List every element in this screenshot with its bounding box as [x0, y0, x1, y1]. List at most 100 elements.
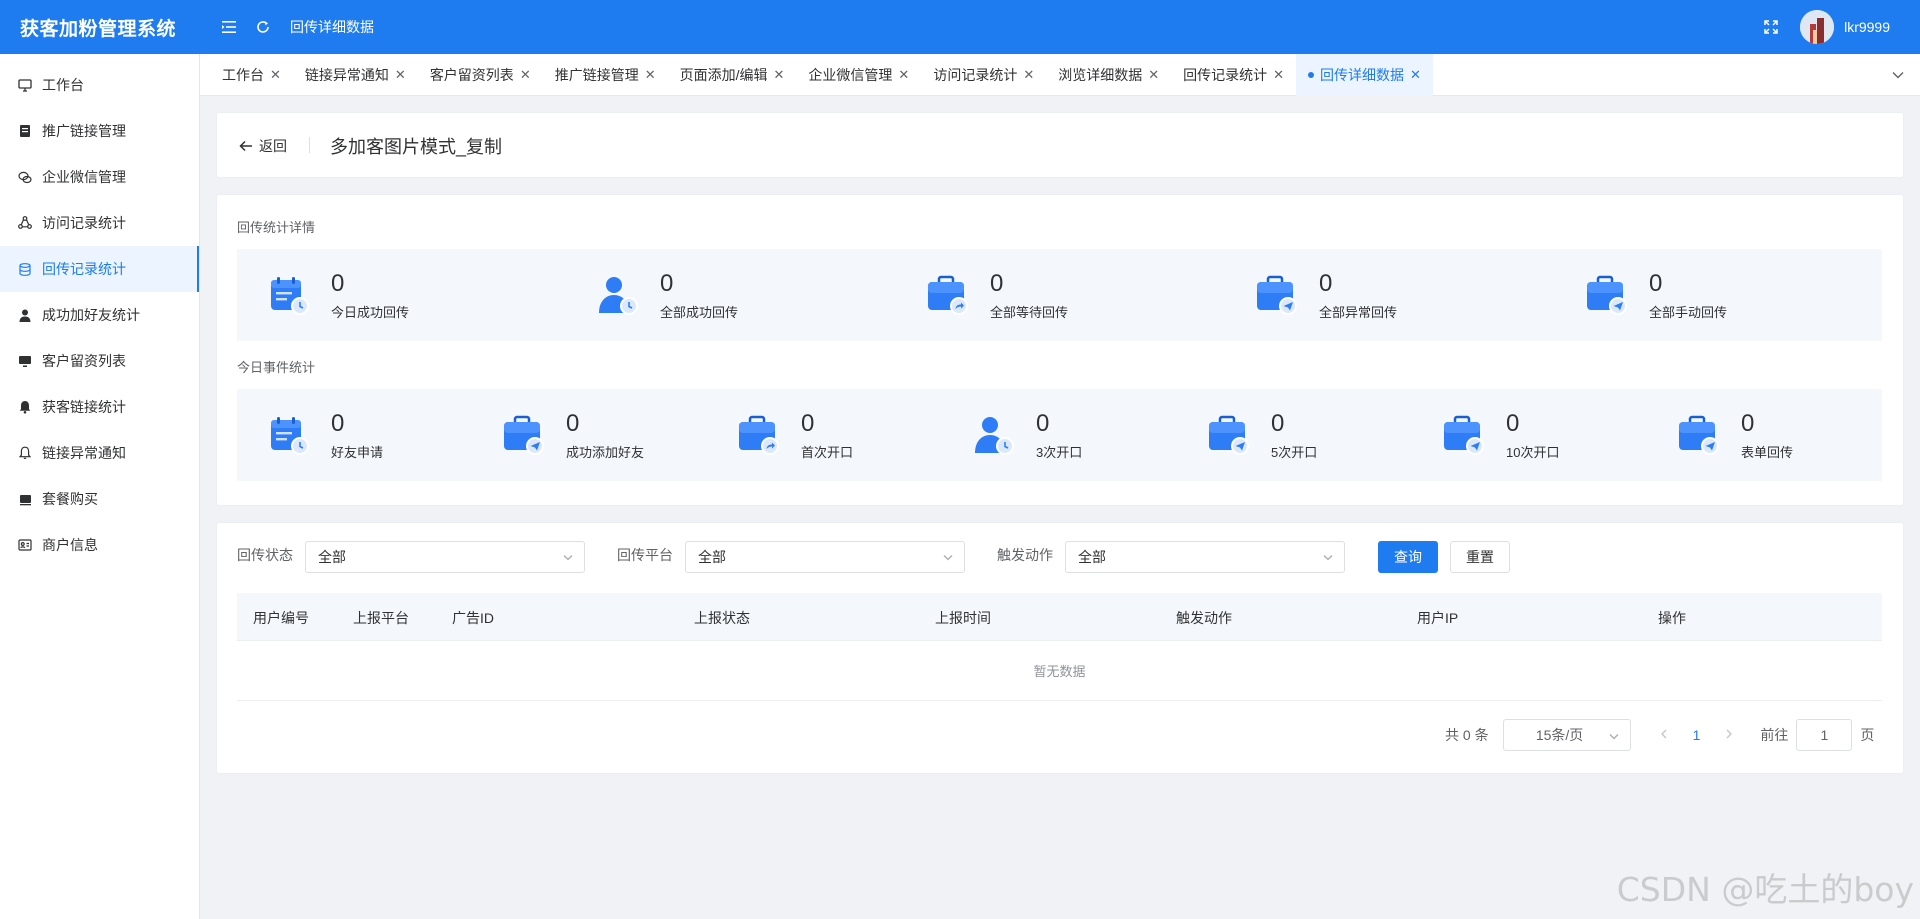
- stat-value: 0: [1271, 409, 1285, 437]
- sidebar-item-label: 访问记录统计: [42, 215, 126, 231]
- sidebar-item-callback-stats[interactable]: 回传记录统计: [0, 246, 199, 292]
- monitor-icon: [18, 78, 32, 92]
- top-header: 获客加粉管理系统 回传详细数据 lkr9999: [0, 0, 1920, 54]
- divider: [309, 137, 310, 153]
- chevron-down-icon: [1322, 550, 1334, 566]
- column-header: 上报状态: [694, 610, 750, 626]
- callback-stats-band: 0 今日成功回传 0 全部成功回传 0 全部等待回传 0 全部异常回传 0 全部手动回传: [237, 249, 1882, 341]
- stat-label: 好友申请: [331, 444, 384, 460]
- filter-label: 回传状态: [237, 547, 293, 563]
- stat-all-success: 0 全部成功回传: [596, 249, 738, 341]
- status-select[interactable]: 全部: [305, 541, 585, 573]
- tab-label: 工作台: [222, 66, 264, 83]
- fullscreen-icon[interactable]: [1760, 16, 1782, 38]
- chevron-down-icon: [1608, 729, 1620, 745]
- close-icon[interactable]: ✕: [1023, 67, 1034, 83]
- close-icon[interactable]: ✕: [520, 67, 531, 83]
- stat-value: 0: [801, 409, 815, 437]
- back-button[interactable]: 返回: [239, 136, 287, 156]
- bell-icon: [18, 400, 32, 414]
- goto-page-input[interactable]: 1: [1796, 719, 1853, 751]
- records-card: 回传状态 全部 回传平台 全部 触发动作 全部 查询 重置 用户编号 上报平台 …: [216, 522, 1904, 774]
- select-value: 全部: [698, 549, 726, 565]
- briefcase-send-icon: [1207, 413, 1251, 457]
- prev-page-icon[interactable]: [1659, 727, 1669, 743]
- column-header: 上报平台: [353, 610, 409, 626]
- action-select[interactable]: 全部: [1065, 541, 1345, 573]
- sidebar-item-promo-links[interactable]: 推广链接管理: [0, 108, 199, 154]
- close-icon[interactable]: ✕: [395, 67, 406, 83]
- sidebar-item-visit-stats[interactable]: 访问记录统计: [0, 200, 199, 246]
- sidebar-item-workbench[interactable]: 工作台: [0, 62, 199, 108]
- tab-label: 页面添加/编辑: [679, 66, 768, 83]
- user-clock-icon: [596, 273, 640, 317]
- select-value: 全部: [1078, 549, 1106, 565]
- tab-page-edit[interactable]: 页面添加/编辑 ✕: [668, 54, 797, 96]
- close-icon[interactable]: ✕: [774, 67, 785, 83]
- tab-label: 链接异常通知: [304, 66, 389, 83]
- sidebar-item-label: 获客链接统计: [42, 399, 126, 415]
- username[interactable]: lkr9999: [1844, 19, 1890, 35]
- pagination: 共 0 条 15条/页 1 前往 1 页: [1445, 719, 1874, 751]
- sidebar-item-packages[interactable]: 套餐购买: [0, 476, 199, 522]
- stat-form-callback: 0 表单回传: [1677, 389, 1793, 481]
- close-icon[interactable]: ✕: [898, 67, 909, 83]
- tab-workbench[interactable]: 工作台 ✕: [210, 54, 293, 96]
- sidebar-item-acquire-links[interactable]: 获客链接统计: [0, 384, 199, 430]
- stat-value: 0: [1649, 269, 1663, 297]
- next-page-icon[interactable]: [1724, 727, 1734, 743]
- chevron-down-icon[interactable]: [1888, 65, 1908, 85]
- platform-select[interactable]: 全部: [685, 541, 965, 573]
- tab-callback-stats[interactable]: 回传记录统计 ✕: [1171, 54, 1296, 96]
- sidebar-item-merchant[interactable]: 商户信息: [0, 522, 199, 568]
- page-number[interactable]: 1: [1693, 727, 1701, 743]
- calendar-clock-icon: [267, 413, 311, 457]
- refresh-icon[interactable]: [252, 16, 274, 38]
- screen-icon: [18, 354, 32, 368]
- tab-leads[interactable]: 客户留资列表 ✕: [418, 54, 543, 96]
- tab-label: 客户留资列表: [429, 66, 514, 83]
- close-icon[interactable]: ✕: [270, 67, 281, 83]
- avatar[interactable]: [1800, 10, 1835, 44]
- sidebar-item-leads[interactable]: 客户留资列表: [0, 338, 199, 384]
- stat-label: 5次开口: [1271, 444, 1318, 460]
- sidebar-item-wecom[interactable]: 企业微信管理: [0, 154, 199, 200]
- stat-value: 0: [331, 269, 345, 297]
- column-header: 用户编号: [253, 610, 309, 626]
- sidebar-item-label: 企业微信管理: [42, 169, 126, 185]
- stat-value: 0: [1319, 269, 1333, 297]
- tab-link-alerts[interactable]: 链接异常通知 ✕: [293, 54, 418, 96]
- stat-value: 0: [660, 269, 674, 297]
- page-size-select[interactable]: 15条/页: [1502, 719, 1631, 751]
- stat-value: 0: [331, 409, 345, 437]
- user-icon: [18, 308, 32, 322]
- tab-browse-detail[interactable]: 浏览详细数据 ✕: [1046, 54, 1171, 96]
- sidebar-item-link-alerts[interactable]: 链接异常通知: [0, 430, 199, 476]
- close-icon[interactable]: ✕: [645, 67, 656, 83]
- table-header: 用户编号 上报平台 广告ID 上报状态 上报时间 触发动作 用户IP 操作: [237, 593, 1882, 641]
- tab-wecom[interactable]: 企业微信管理 ✕: [796, 54, 921, 96]
- reset-button[interactable]: 重置: [1450, 541, 1510, 573]
- column-header: 用户IP: [1417, 610, 1459, 626]
- stat-friend-requests: 0 好友申请: [267, 389, 383, 481]
- stat-label: 表单回传: [1741, 444, 1794, 460]
- tab-callback-detail[interactable]: 回传详细数据 ✕: [1296, 53, 1433, 96]
- stats-card: 回传统计详情 0 今日成功回传 0 全部成功回传 0 全部等待回传 0 全部异常回传 0…: [216, 194, 1904, 506]
- column-header: 上报时间: [935, 610, 991, 626]
- page-title: 多加客图片模式_复制: [330, 137, 503, 157]
- tab-promo-links[interactable]: 推广链接管理 ✕: [543, 54, 668, 96]
- stat-value: 0: [990, 269, 1004, 297]
- filter-label: 触发动作: [997, 547, 1053, 563]
- goto-label: 前往: [1760, 727, 1789, 743]
- tab-visit-stats[interactable]: 访问记录统计 ✕: [921, 54, 1046, 96]
- query-button[interactable]: 查询: [1378, 541, 1438, 573]
- sidebar-item-friend-stats[interactable]: 成功加好友统计: [0, 292, 199, 338]
- stat-3-chats: 0 3次开口: [972, 389, 1082, 481]
- watermark: CSDN @吃土的boy: [1616, 870, 1914, 909]
- close-icon[interactable]: ✕: [1148, 67, 1159, 83]
- stat-all-error: 0 全部异常回传: [1255, 249, 1397, 341]
- menu-toggle-icon[interactable]: [218, 16, 240, 38]
- close-icon[interactable]: ✕: [1410, 67, 1421, 83]
- stat-label: 今日成功回传: [331, 304, 410, 320]
- close-icon[interactable]: ✕: [1273, 67, 1284, 83]
